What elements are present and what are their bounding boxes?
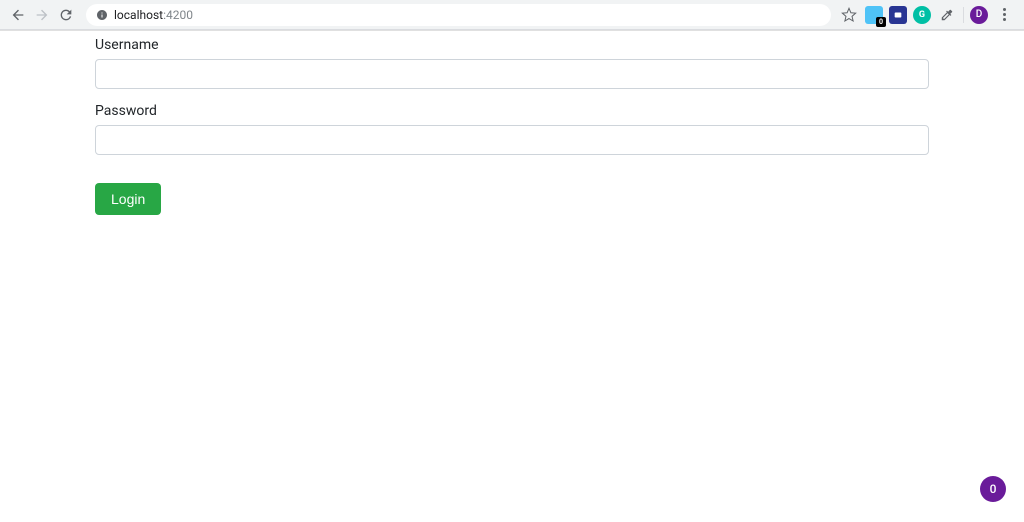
login-form: Username Password Login <box>95 31 929 215</box>
eyedropper-icon[interactable] <box>937 5 957 25</box>
address-bar[interactable]: localhost:4200 <box>86 4 831 26</box>
toolbar-right: 0 G D <box>839 5 1018 25</box>
profile-avatar[interactable]: D <box>970 6 988 24</box>
avatar-letter: D <box>976 9 983 20</box>
menu-dots-icon[interactable] <box>994 8 1014 21</box>
extension-badge-count: 0 <box>876 17 886 27</box>
browser-toolbar: localhost:4200 0 G D <box>0 0 1024 30</box>
url-host: localhost <box>114 8 163 22</box>
url-port: :4200 <box>163 8 193 22</box>
toolbar-divider <box>963 7 964 23</box>
extension-icon-1[interactable]: 0 <box>865 6 883 24</box>
forward-button[interactable] <box>30 3 54 27</box>
back-button[interactable] <box>6 3 30 27</box>
password-input[interactable] <box>95 125 929 155</box>
reload-button[interactable] <box>54 3 78 27</box>
bookmark-star-icon[interactable] <box>839 5 859 25</box>
extension-icon-2[interactable] <box>889 6 907 24</box>
floating-badge[interactable]: 0 <box>980 476 1006 502</box>
floating-badge-count: 0 <box>990 482 997 496</box>
password-label: Password <box>95 103 929 119</box>
login-button[interactable]: Login <box>95 183 161 215</box>
page-content: Username Password Login <box>0 30 1024 215</box>
username-label: Username <box>95 37 929 53</box>
username-group: Username <box>95 37 929 89</box>
info-icon <box>96 9 108 21</box>
password-group: Password <box>95 103 929 155</box>
username-input[interactable] <box>95 59 929 89</box>
extension-icon-3[interactable]: G <box>913 6 931 24</box>
